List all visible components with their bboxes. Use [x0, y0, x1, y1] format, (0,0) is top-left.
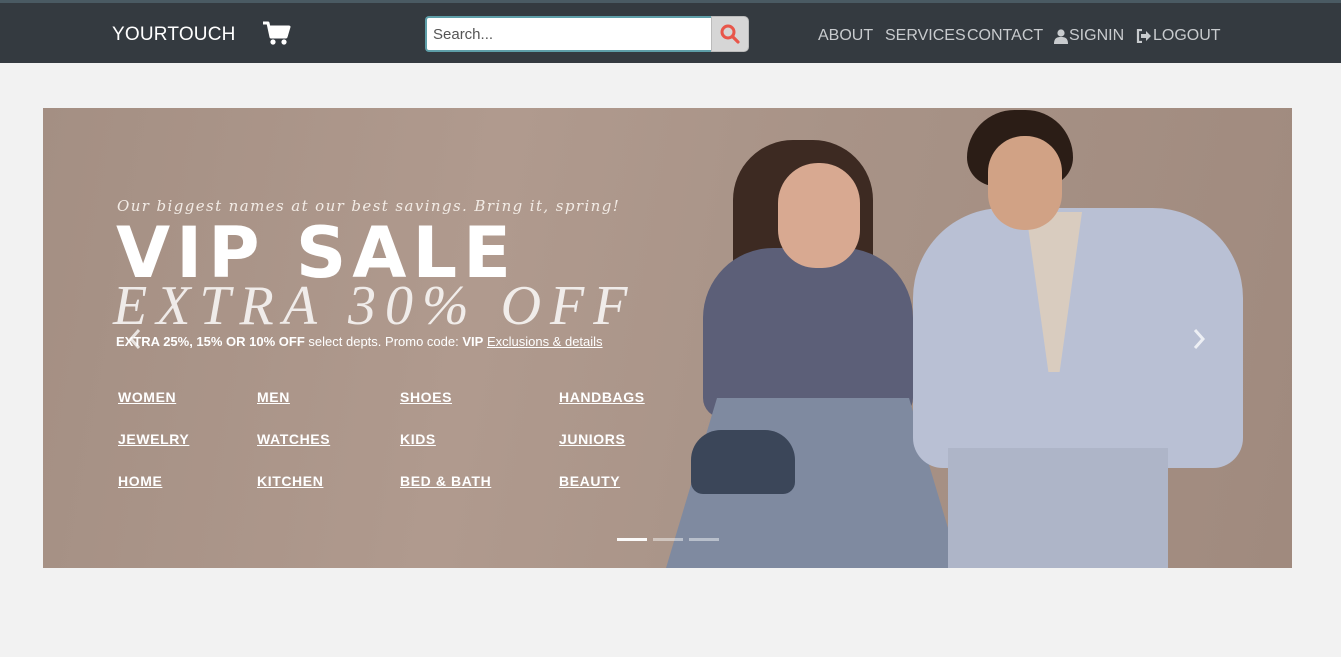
nav-link-label: ABOUT: [818, 27, 874, 44]
sign-out-icon: [1136, 29, 1151, 43]
nav-link-about[interactable]: ABOUT: [818, 27, 873, 45]
nav-link-label: CONTACT: [967, 27, 1044, 44]
category-link-jewelry[interactable]: JEWELRY: [118, 431, 189, 447]
nav-link-services[interactable]: SERVICES: [885, 27, 966, 45]
category-link-shoes[interactable]: SHOES: [400, 389, 452, 405]
model-man-pants: [948, 448, 1168, 568]
category-link-home[interactable]: HOME: [118, 473, 162, 489]
search-button[interactable]: [711, 16, 749, 52]
category-link-watches[interactable]: WATCHES: [257, 431, 330, 447]
category-link-women[interactable]: WOMEN: [118, 389, 176, 405]
chevron-left-icon[interactable]: [123, 324, 147, 354]
category-link-men[interactable]: MEN: [257, 389, 290, 405]
carousel-indicator[interactable]: [689, 538, 719, 541]
chevron-right-icon[interactable]: [1187, 324, 1211, 354]
model-man-face: [988, 136, 1062, 230]
nav-link-label: SERVICES: [885, 27, 966, 44]
model-woman-face: [778, 163, 860, 268]
carousel-indicator[interactable]: [617, 538, 647, 541]
model-woman-top: [703, 248, 913, 418]
search-icon: [720, 24, 740, 44]
promo-text: EXTRA 25%, 15% OR 10% OFF select depts. …: [116, 334, 603, 349]
carousel-indicator[interactable]: [653, 538, 683, 541]
exclusions-link[interactable]: Exclusions & details: [487, 334, 603, 349]
promo-code: VIP: [462, 334, 484, 349]
shopping-cart-icon[interactable]: [262, 21, 292, 47]
promo-body: select depts. Promo code:: [304, 334, 463, 349]
category-link-kitchen[interactable]: KITCHEN: [257, 473, 323, 489]
hero-subheadline: EXTRA 30% OFF: [113, 275, 637, 337]
navbar: YOURTOUCH ABOUT SERVICES CONTACT: [0, 0, 1341, 63]
hero-carousel: Our biggest names at our best savings. B…: [43, 108, 1292, 568]
search-form: [425, 16, 749, 52]
brand-logo[interactable]: YOURTOUCH: [112, 24, 236, 46]
nav-link-contact[interactable]: CONTACT: [967, 27, 1043, 45]
category-link-beauty[interactable]: BEAUTY: [559, 473, 620, 489]
nav-link-label: SIGNIN: [1069, 27, 1125, 44]
nav-link-signin[interactable]: SIGNIN: [1054, 27, 1124, 45]
search-input[interactable]: [425, 16, 712, 52]
category-link-bed-bath[interactable]: BED & BATH: [400, 473, 491, 489]
category-link-juniors[interactable]: JUNIORS: [559, 431, 625, 447]
category-link-handbags[interactable]: HANDBAGS: [559, 389, 645, 405]
nav-link-logout[interactable]: LOGOUT: [1136, 27, 1221, 45]
category-link-kids[interactable]: KIDS: [400, 431, 436, 447]
model-woman-bag: [691, 430, 795, 494]
user-icon: [1054, 28, 1068, 44]
nav-link-label: LOGOUT: [1153, 27, 1221, 44]
